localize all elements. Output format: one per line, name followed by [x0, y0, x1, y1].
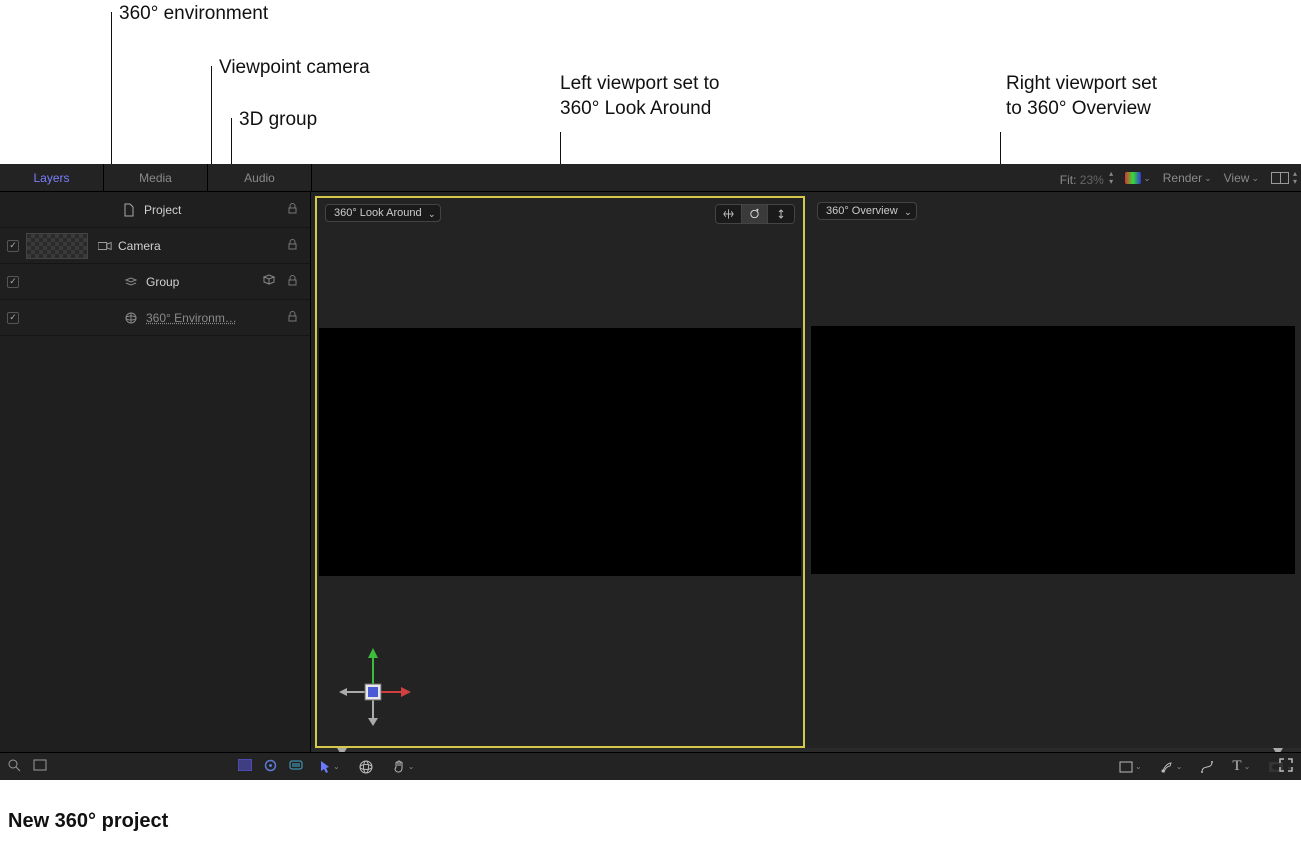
render-menu[interactable]: Render ⌄ [1163, 171, 1212, 185]
viewport-camera-menu-right[interactable]: 360° Overview ⌄ [817, 202, 917, 220]
frame-icon[interactable] [33, 759, 47, 775]
tab-layers[interactable]: Layers [0, 164, 104, 191]
layer-label: 360° Environm… [146, 311, 237, 325]
text-tool[interactable]: T ⌄ [1232, 758, 1250, 775]
viewport-layout-menu[interactable]: ▴▾ [1271, 170, 1297, 186]
layer-row-group[interactable]: ✓ Group [0, 264, 310, 300]
chevron-down-icon: ⌄ [1135, 762, 1142, 771]
viewport-right[interactable]: 360° Overview ⌄ [809, 196, 1297, 748]
page-icon [122, 203, 136, 217]
tab-media[interactable]: Media [104, 164, 208, 191]
viewport-canvas[interactable] [319, 328, 801, 576]
layer-label: Project [144, 203, 181, 217]
chevron-down-icon: ⌄ [428, 209, 436, 220]
group-3d-icon[interactable] [262, 273, 276, 290]
annotation-left-viewport: Left viewport set to 360° Look Around [560, 72, 719, 121]
color-channels-menu[interactable]: ⌄ [1125, 172, 1151, 184]
shape-tool[interactable]: ⌄ [1119, 761, 1142, 773]
canvas-toolbar-right: Fit: 23% ▴▾ ⌄ Render ⌄ View ⌄ [1060, 164, 1297, 192]
search-icon[interactable] [8, 759, 21, 775]
mask-toggle-icon[interactable] [238, 759, 252, 775]
layer-row-camera[interactable]: ✓ Camera [0, 228, 310, 264]
canvas-tool-bar: ⌄ ⌄ ⌄ ⌄ T ⌄ [311, 752, 1301, 780]
viewport-camera-menu-left[interactable]: 360° Look Around ⌄ [325, 204, 441, 222]
color-channels-icon [1125, 172, 1141, 184]
chevron-down-icon: ⌄ [1244, 762, 1251, 771]
viewport-left[interactable]: 360° Look Around ⌄ [315, 196, 805, 748]
chevron-down-icon: ⌄ [333, 762, 340, 771]
view-label: View [1224, 171, 1250, 185]
lock-icon[interactable] [287, 311, 298, 325]
tab-audio[interactable]: Audio [208, 164, 312, 191]
viewport-layout-icon [1271, 172, 1289, 184]
canvas-area: 360° Look Around ⌄ [311, 192, 1301, 752]
axis-gizmo[interactable] [333, 640, 413, 730]
camera-icon [98, 239, 112, 253]
fit-value: 23% [1080, 173, 1104, 187]
annotation-right-viewport: Right viewport set to 360° Overview [1006, 72, 1157, 121]
visibility-checkbox[interactable]: ✓ [7, 276, 19, 288]
sphere-icon [124, 311, 138, 325]
layer-label: Group [146, 275, 179, 289]
viewport-canvas[interactable] [811, 326, 1295, 574]
chevron-down-icon: ⌄ [1176, 762, 1183, 771]
fullscreen-toggle[interactable] [1279, 758, 1293, 775]
view-menu[interactable]: View ⌄ [1224, 171, 1259, 185]
render-label: Render [1163, 171, 1202, 185]
stepper-icon: ▴▾ [1293, 170, 1297, 186]
visibility-checkbox[interactable]: ✓ [7, 312, 19, 324]
paint-stroke-tool[interactable]: ⌄ [1160, 760, 1183, 774]
lock-icon[interactable] [287, 203, 298, 217]
main-split: Project ✓ Camera [0, 192, 1301, 752]
visibility-checkbox[interactable]: ✓ [7, 240, 19, 252]
chevron-down-icon: ⌄ [408, 762, 415, 771]
annotation-viewpoint-camera: Viewpoint camera [219, 56, 370, 81]
viewport-mode-label: 360° Look Around [334, 207, 422, 219]
chevron-down-icon: ⌄ [1251, 173, 1259, 184]
fit-control[interactable]: Fit: 23% ▴▾ [1060, 170, 1113, 187]
behavior-toggle-icon[interactable] [264, 759, 277, 775]
layer-row-project[interactable]: Project [0, 192, 310, 228]
sidebar-tabbar: Layers Media Audio Fit: 23% ▴▾ ⌄ Render … [0, 164, 1301, 192]
layer-label: Camera [118, 239, 161, 253]
layer-row-360-environment[interactable]: ✓ 360° Environm… [0, 300, 310, 336]
layer-thumbnail [26, 233, 88, 259]
filter-toggle-icon[interactable] [289, 759, 303, 775]
figure-caption: New 360° project [8, 810, 168, 833]
bezier-tool[interactable] [1200, 760, 1214, 774]
stack-icon [124, 275, 138, 289]
pan-tool[interactable] [716, 205, 742, 223]
pan-hand-tool[interactable]: ⌄ [392, 760, 415, 774]
viewport-3d-controls [715, 204, 795, 224]
viewport-mode-label: 360° Overview [826, 205, 898, 217]
chevron-down-icon: ⌄ [1143, 173, 1151, 184]
motion-app-window: Layers Media Audio Fit: 23% ▴▾ ⌄ Render … [0, 164, 1301, 780]
annotation-3d-group: 3D group [239, 108, 317, 133]
lock-icon[interactable] [287, 275, 298, 289]
select-tool[interactable]: ⌄ [319, 760, 340, 774]
stepper-icon: ▴▾ [1109, 170, 1113, 186]
dolly-tool[interactable] [768, 205, 794, 223]
lock-icon[interactable] [287, 239, 298, 253]
annotation-360-environment: 360° environment [119, 2, 268, 27]
layers-panel-footer [0, 752, 311, 780]
orbit-tool[interactable] [742, 205, 768, 223]
chevron-down-icon: ⌄ [1204, 173, 1212, 184]
chevron-down-icon: ⌄ [904, 207, 912, 218]
3d-transform-tool[interactable] [358, 759, 374, 775]
layers-panel: Project ✓ Camera [0, 192, 311, 752]
fit-label: Fit: [1060, 173, 1077, 187]
